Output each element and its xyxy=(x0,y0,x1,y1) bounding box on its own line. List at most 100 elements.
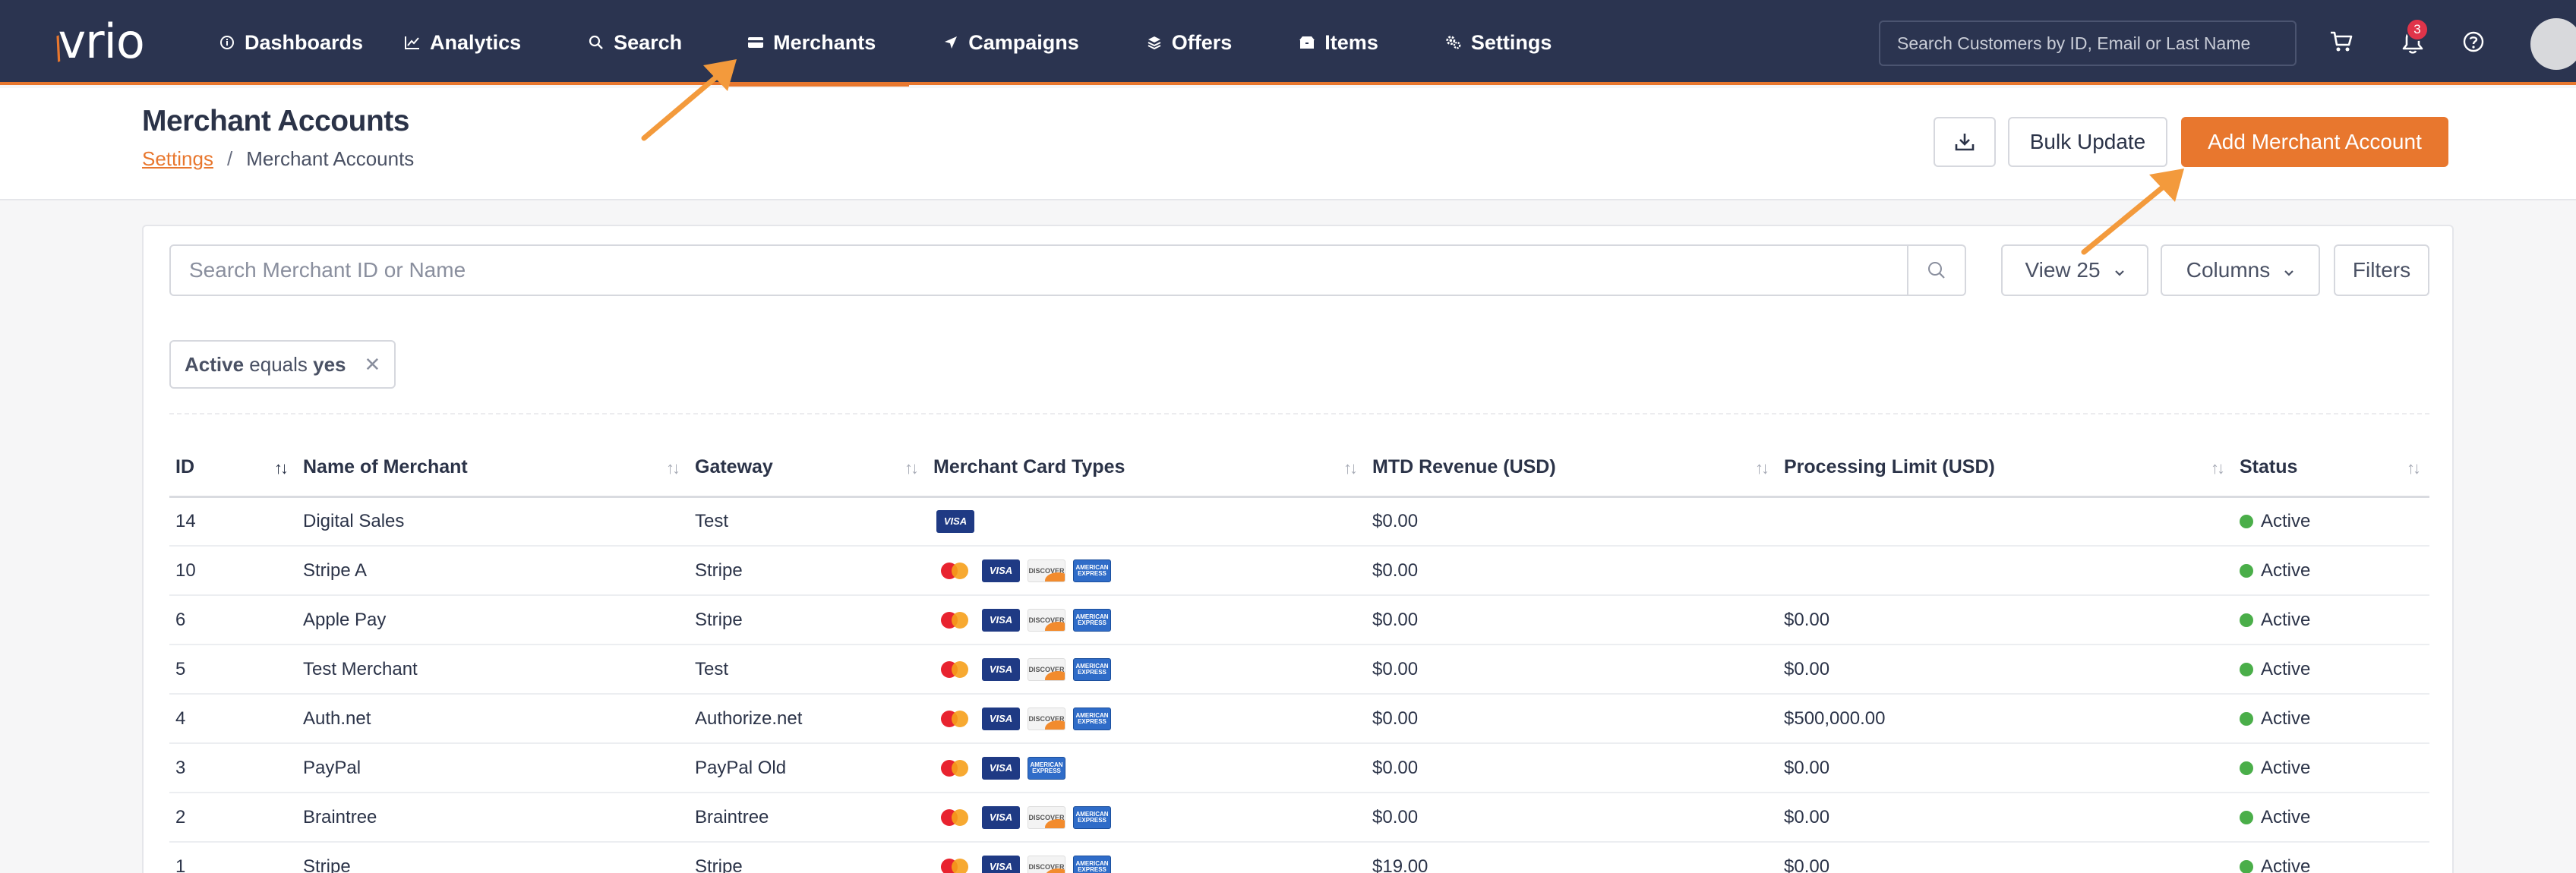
sort-icon[interactable]: ↑↓ xyxy=(1755,459,1769,478)
cell-merchant-name: Braintree xyxy=(297,793,689,843)
col-status-label: Status xyxy=(2240,455,2298,477)
user-avatar[interactable] xyxy=(2530,18,2576,70)
filter-divider xyxy=(169,413,2429,414)
breadcrumb-separator: / xyxy=(226,147,233,170)
col-header-processing-limit[interactable]: Processing Limit (USD) ↑↓ xyxy=(1778,439,2233,498)
cell-id: 2 xyxy=(169,793,297,843)
nav-dashboards[interactable]: Dashboards xyxy=(219,2,363,84)
sort-icon[interactable]: ↑↓ xyxy=(1343,459,1358,478)
nav-campaigns[interactable]: Campaigns xyxy=(942,2,1079,84)
cell-card-types: VISA DISCOVER AMERICAN EXPRESS xyxy=(927,793,1366,843)
mastercard-card-icon xyxy=(936,559,974,582)
columns-label: Columns xyxy=(2186,258,2271,282)
nav-analytics[interactable]: Analytics xyxy=(404,2,521,84)
nav-items[interactable]: Items xyxy=(1299,2,1378,84)
table-row[interactable]: 1 Stripe Stripe VISA DISCOVER AMERICAN EXPRESS… xyxy=(169,842,2429,873)
cell-processing-limit: $500,000.00 xyxy=(1778,694,2233,744)
filter-chip-value: yes xyxy=(313,352,346,376)
table-row[interactable]: 3 PayPal PayPal Old VISA AMERICAN EXPRESS $0.0… xyxy=(169,743,2429,793)
table-header-row: ID ↑↓ Name of Merchant ↑↓ Gateway ↑↓ Mercha… xyxy=(169,439,2429,498)
cell-gateway: Stripe xyxy=(689,546,927,596)
cell-id: 1 xyxy=(169,842,297,873)
status-label: Active xyxy=(2261,757,2311,778)
breadcrumb-current: Merchant Accounts xyxy=(246,147,415,170)
chevron-down-icon xyxy=(2114,258,2125,282)
merchant-search-input[interactable] xyxy=(171,246,1907,295)
cell-id: 6 xyxy=(169,595,297,645)
cell-merchant-name: Digital Sales xyxy=(297,496,689,547)
visa-card-icon: VISA xyxy=(982,855,1020,873)
merchant-search-button[interactable] xyxy=(1907,246,1965,295)
visa-card-icon: VISA xyxy=(982,756,1020,780)
vrio-logo[interactable]: / vrio xyxy=(48,14,145,69)
table-row[interactable]: 10 Stripe A Stripe VISA DISCOVER AMERICAN EXPR… xyxy=(169,546,2429,596)
cell-merchant-name: PayPal xyxy=(297,743,689,793)
active-filter-chip: Active equals yes ✕ xyxy=(169,340,396,389)
table-body: 14 Digital Sales Test VISA $0.00 Active 10 Stri… xyxy=(169,496,2429,873)
amex-card-icon: AMERICAN EXPRESS xyxy=(1073,559,1111,582)
col-header-gateway[interactable]: Gateway ↑↓ xyxy=(689,439,927,498)
table-row[interactable]: 14 Digital Sales Test VISA $0.00 Active xyxy=(169,496,2429,547)
cell-status: Active xyxy=(2233,694,2429,744)
status-label: Active xyxy=(2261,708,2311,729)
col-header-card-types[interactable]: Merchant Card Types ↑↓ xyxy=(927,439,1366,498)
discover-card-icon: DISCOVER xyxy=(1028,855,1065,873)
sort-icon[interactable]: ↑↓ xyxy=(2407,459,2421,478)
cell-card-types: VISA DISCOVER AMERICAN EXPRESS xyxy=(927,546,1366,596)
remove-filter-icon[interactable]: ✕ xyxy=(365,353,381,377)
nav-offers-label: Offers xyxy=(1171,30,1233,54)
amex-card-icon: AMERICAN EXPRESS xyxy=(1073,805,1111,829)
col-header-mtd-revenue[interactable]: MTD Revenue (USD) ↑↓ xyxy=(1366,439,1778,498)
cell-gateway: Stripe xyxy=(689,595,927,645)
table-row[interactable]: 4 Auth.net Authorize.net VISA DISCOVER AMERIC… xyxy=(169,694,2429,744)
cell-mtd-revenue: $0.00 xyxy=(1366,645,1778,695)
info-circle-icon xyxy=(219,34,235,51)
amex-card-icon: AMERICAN EXPRESS xyxy=(1073,855,1111,873)
sort-desc-icon[interactable]: ↑↓ xyxy=(274,459,289,478)
sort-icon[interactable]: ↑↓ xyxy=(2211,459,2225,478)
table-row[interactable]: 2 Braintree Braintree VISA DISCOVER AMERICAN E… xyxy=(169,793,2429,843)
mastercard-card-icon xyxy=(936,856,974,873)
col-header-name[interactable]: Name of Merchant ↑↓ xyxy=(297,439,689,498)
col-name-label: Name of Merchant xyxy=(303,455,468,477)
cell-processing-limit: $0.00 xyxy=(1778,595,2233,645)
status-active-dot xyxy=(2240,514,2253,528)
table-row[interactable]: 6 Apple Pay Stripe VISA DISCOVER AMERICAN EXPR… xyxy=(169,595,2429,645)
sort-icon[interactable]: ↑↓ xyxy=(904,459,919,478)
sort-icon[interactable]: ↑↓ xyxy=(666,459,680,478)
cell-merchant-name: Stripe A xyxy=(297,546,689,596)
add-merchant-account-button[interactable]: Add Merchant Account xyxy=(2181,117,2448,167)
cell-processing-limit: $0.00 xyxy=(1778,842,2233,873)
status-label: Active xyxy=(2261,510,2311,531)
status-label: Active xyxy=(2261,806,2311,827)
cell-gateway: Stripe xyxy=(689,842,927,873)
status-active-dot xyxy=(2240,761,2253,775)
nav-merchants[interactable]: Merchants xyxy=(729,2,910,87)
amex-card-icon: AMERICAN EXPRESS xyxy=(1028,756,1065,780)
col-header-status[interactable]: Status ↑↓ xyxy=(2233,439,2429,498)
download-button[interactable] xyxy=(1934,117,1996,167)
filters-button[interactable]: Filters xyxy=(2334,244,2429,296)
cell-id: 5 xyxy=(169,645,297,695)
nav-offers[interactable]: Offers xyxy=(1146,2,1233,84)
wallet-icon xyxy=(747,34,764,51)
cart-icon[interactable] xyxy=(2322,23,2360,61)
bulk-update-button[interactable]: Bulk Update xyxy=(2008,117,2167,167)
cell-card-types: VISA DISCOVER AMERICAN EXPRESS xyxy=(927,645,1366,695)
main-nav: Dashboards Analytics Search Merchants Ca… xyxy=(219,0,1552,87)
cell-gateway: Test xyxy=(689,645,927,695)
filter-chip-operator: equals xyxy=(249,352,308,376)
visa-card-icon: VISA xyxy=(936,509,974,533)
nav-items-label: Items xyxy=(1324,30,1378,54)
cell-status: Active xyxy=(2233,546,2429,596)
help-icon[interactable] xyxy=(2454,23,2492,61)
status-active-dot xyxy=(2240,613,2253,627)
nav-settings[interactable]: Settings xyxy=(1445,2,1552,84)
breadcrumb-settings-link[interactable]: Settings xyxy=(142,147,213,171)
col-header-id[interactable]: ID ↑↓ xyxy=(169,439,297,498)
cell-status: Active xyxy=(2233,793,2429,843)
cell-merchant-name: Auth.net xyxy=(297,694,689,744)
status-active-dot xyxy=(2240,563,2253,578)
table-row[interactable]: 5 Test Merchant Test VISA DISCOVER AMERICAN EX… xyxy=(169,645,2429,695)
customer-search-input[interactable]: Search Customers by ID, Email or Last Na… xyxy=(1879,20,2297,66)
